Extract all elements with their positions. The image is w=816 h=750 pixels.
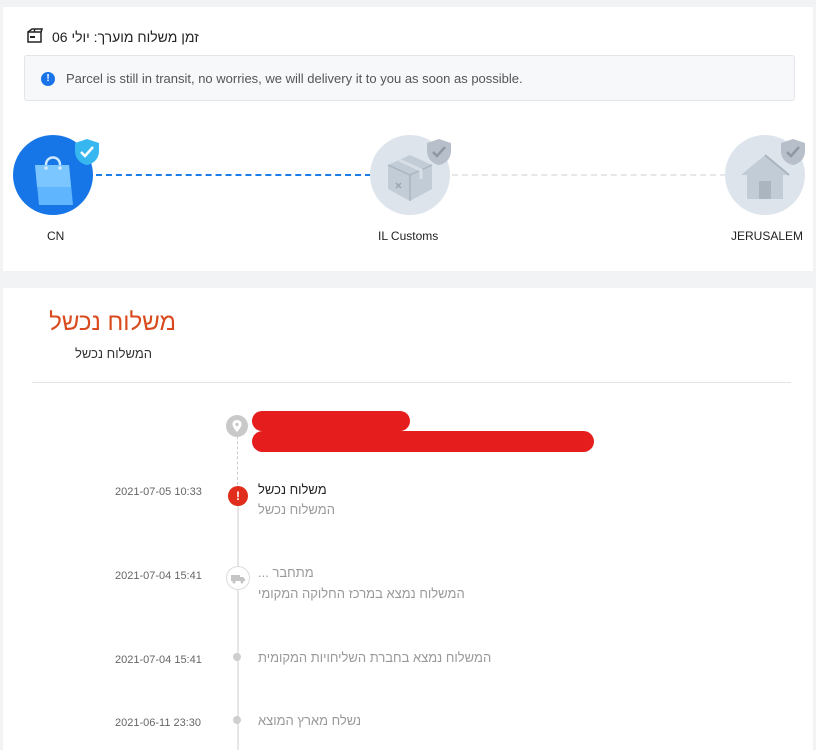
event-time: 2021-07-05 10:33	[115, 486, 202, 498]
timeline-dot	[233, 653, 241, 661]
estimated-delivery-text: זמן משלוח מוערך: יולי 06	[52, 29, 199, 45]
timeline-connector-dotted	[237, 436, 238, 490]
route-stop-label: JERUSALEM	[731, 229, 804, 243]
truck-icon	[226, 566, 250, 590]
redacted-address	[252, 431, 594, 452]
delivery-status-title: משלוח נכשל	[49, 309, 176, 336]
notice-text: Parcel is still in transit, no worries, …	[66, 71, 523, 86]
event-time: 2021-07-04 15:41	[115, 570, 202, 582]
event-description: המשלוח נכשל	[258, 502, 335, 517]
event-title: משלוח נכשל	[258, 482, 327, 497]
timeline-dot	[233, 716, 241, 724]
timeline-connector	[237, 505, 239, 750]
verified-check-icon	[75, 139, 99, 165]
route-line-pending	[452, 174, 726, 176]
route-stop-label: CN	[47, 229, 65, 243]
delivery-status-subtitle: המשלוח נכשל	[75, 346, 152, 361]
redacted-address	[252, 411, 410, 431]
event-title: מתחבר ...	[258, 565, 314, 580]
delivery-box-icon	[27, 28, 44, 43]
alert-icon: !	[228, 486, 248, 506]
route-line-completed	[96, 174, 371, 176]
event-description: המשלוח נמצא במרכז החלוקה המקומי	[258, 586, 465, 601]
event-time: 2021-07-04 15:41	[115, 654, 202, 666]
transit-notice: ! Parcel is still in transit, no worries…	[24, 55, 795, 101]
location-pin-icon	[226, 415, 248, 437]
event-title: נשלח מארץ המוצא	[258, 713, 362, 728]
pending-check-icon	[427, 139, 451, 165]
event-time: 2021-06-11 23:30	[115, 717, 202, 729]
pending-check-icon	[781, 139, 805, 165]
info-icon: !	[41, 72, 55, 86]
event-title: המשלוח נמצא בחברת השליחויות המקומית	[258, 650, 492, 665]
route-stop-label: IL Customs	[378, 229, 439, 243]
section-divider	[32, 382, 791, 383]
